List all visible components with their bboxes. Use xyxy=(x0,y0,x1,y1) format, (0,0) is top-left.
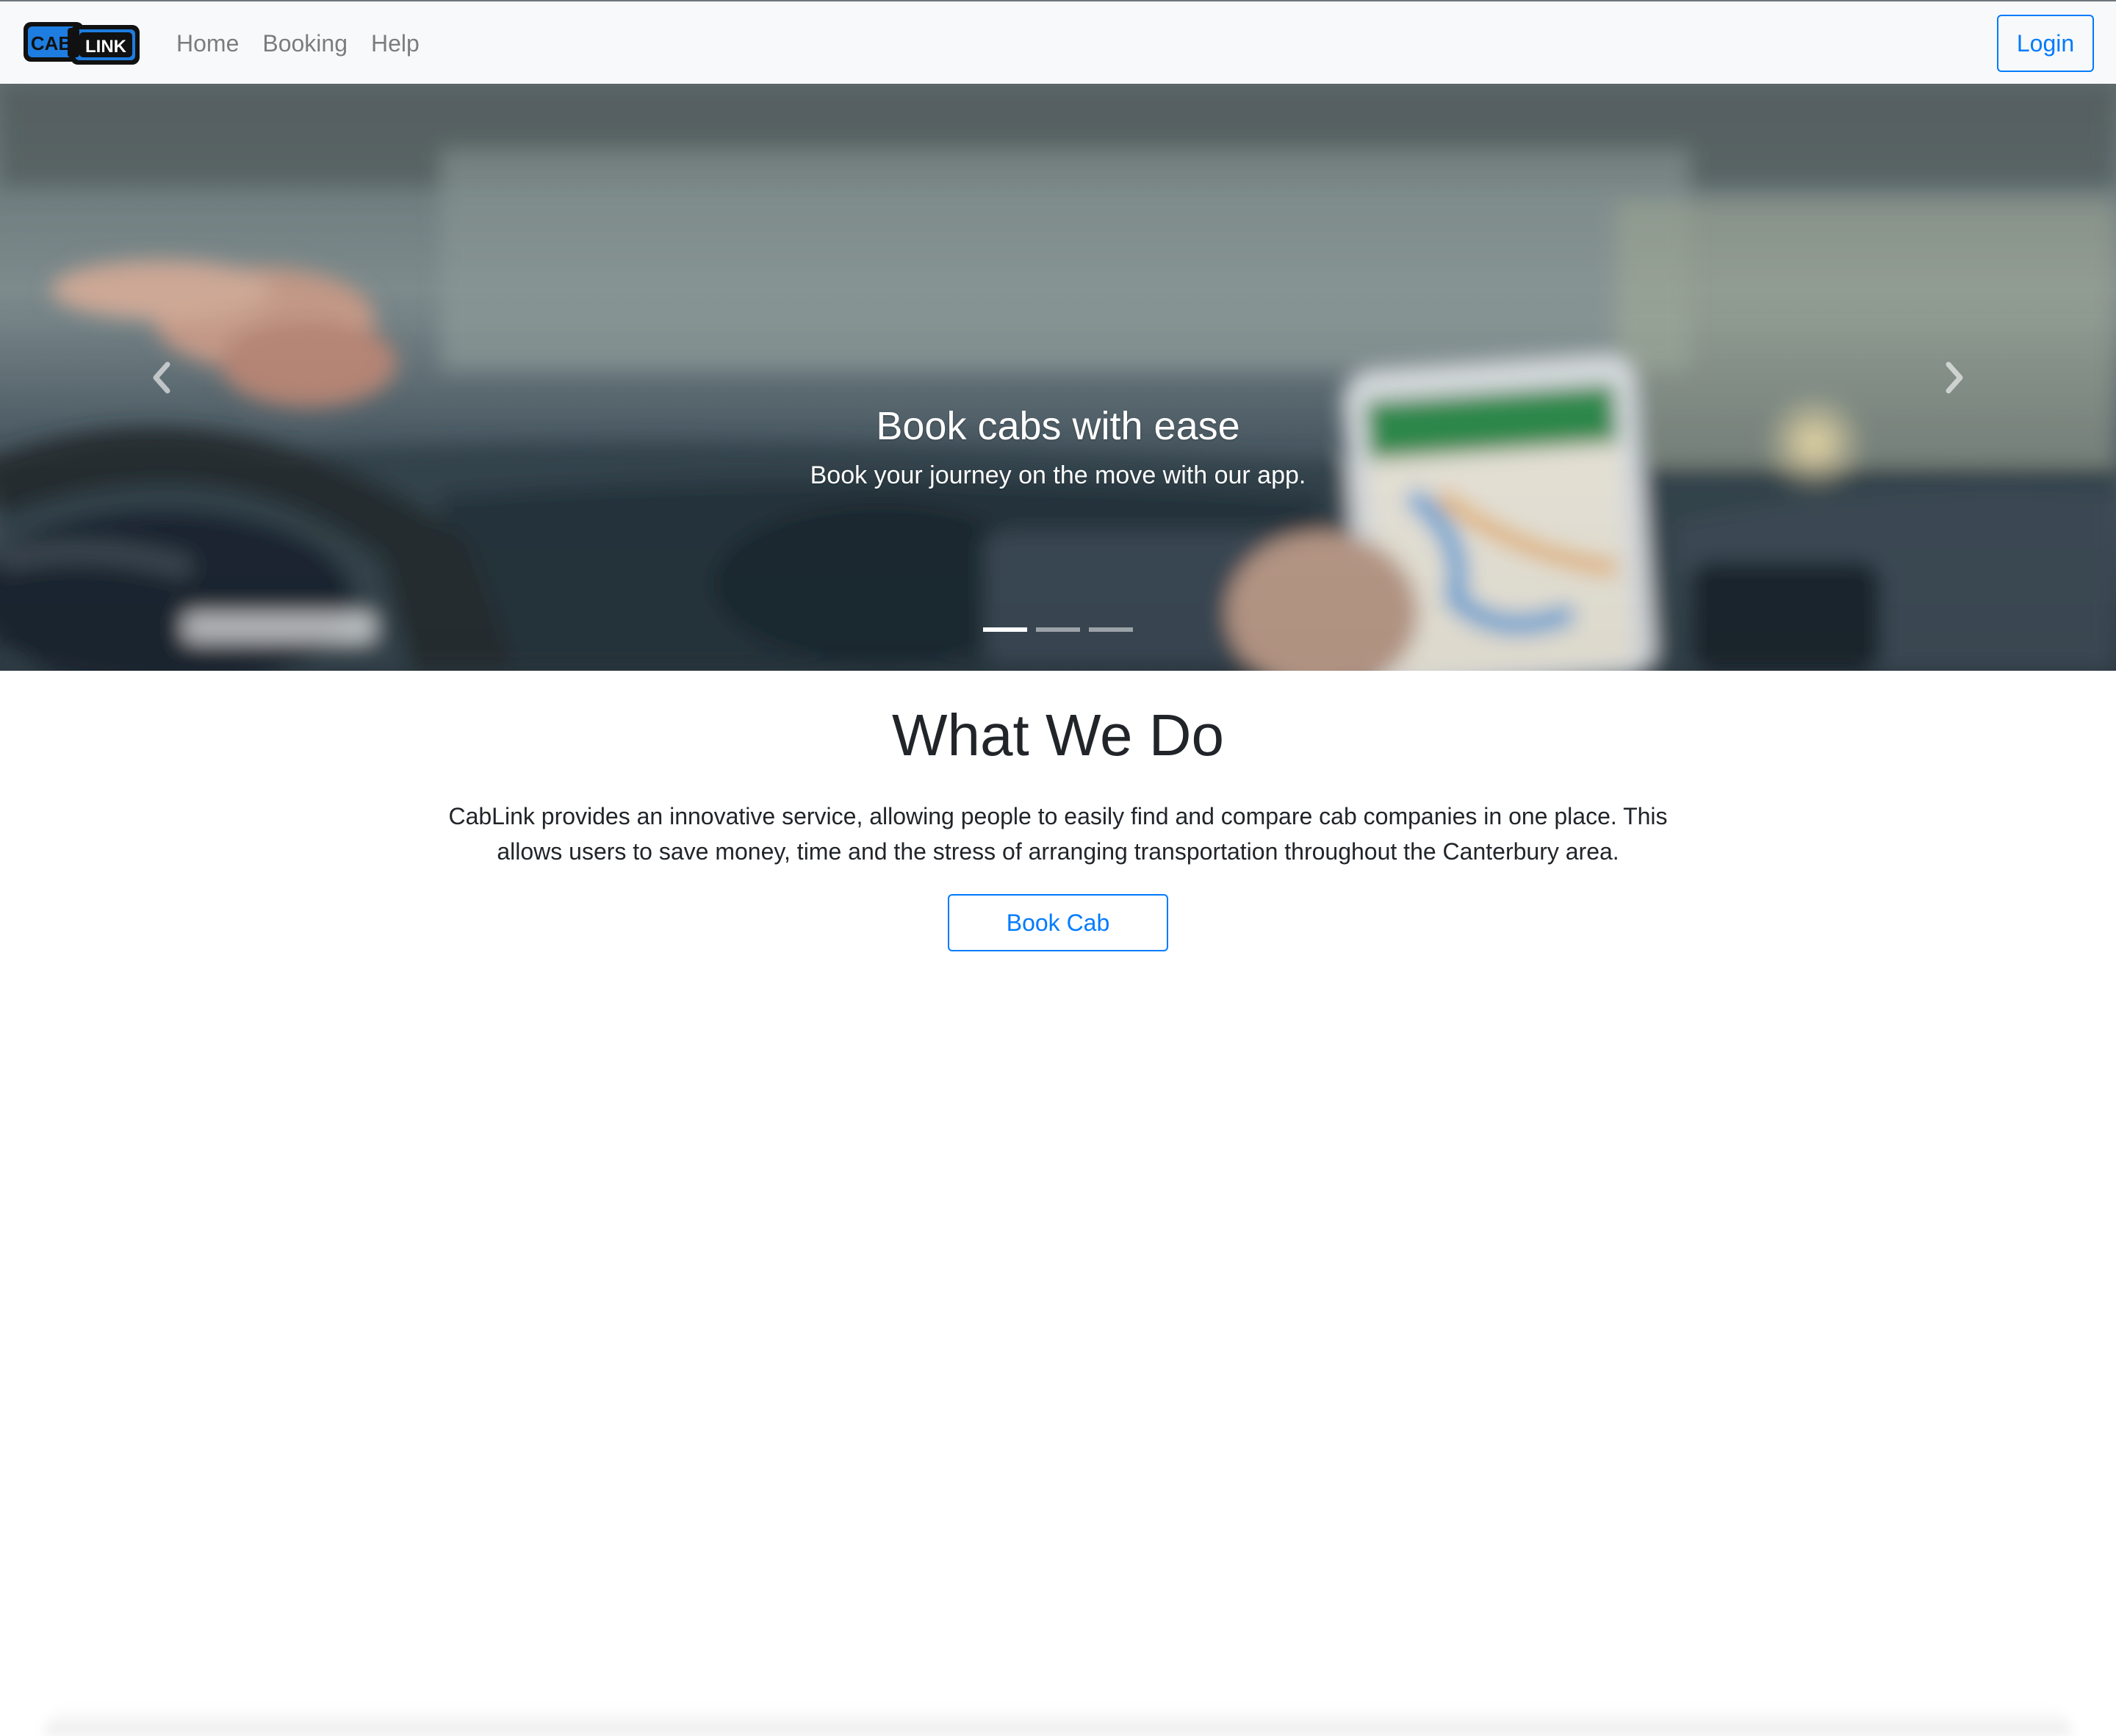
footer-shadow xyxy=(44,1707,2072,1736)
nav-help[interactable]: Help xyxy=(371,30,420,57)
login-button[interactable]: Login xyxy=(1997,15,2094,72)
carousel-next-button[interactable] xyxy=(1793,84,2116,671)
carousel-indicator[interactable] xyxy=(1036,627,1080,632)
section-description: CabLink provides an innovative service, … xyxy=(448,803,1668,865)
nav-links: Home Booking Help xyxy=(176,1,443,85)
chevron-left-icon xyxy=(153,361,170,393)
cablink-logo[interactable]: CAB LINK xyxy=(22,21,141,66)
svg-text:LINK: LINK xyxy=(85,37,127,57)
carousel-indicators xyxy=(0,627,2116,632)
nav-home[interactable]: Home xyxy=(176,30,239,57)
carousel-title: Book cabs with ease xyxy=(876,404,1240,448)
section-heading: What We Do xyxy=(892,702,1224,768)
svg-text:CAB: CAB xyxy=(31,32,72,54)
carousel-indicator[interactable] xyxy=(1089,627,1133,632)
hero-carousel: Book cabs with ease Book your journey on… xyxy=(0,84,2116,671)
carousel-subtitle: Book your journey on the move with our a… xyxy=(810,461,1306,489)
book-cab-button[interactable]: Book Cab xyxy=(948,894,1168,951)
what-we-do-section: What We Do CabLink provides an innovativ… xyxy=(0,671,2116,1736)
carousel-indicator[interactable] xyxy=(983,627,1027,632)
nav-booking[interactable]: Booking xyxy=(262,30,348,57)
carousel-caption: Book cabs with ease Book your journey on… xyxy=(0,400,2116,492)
carousel-prev-button[interactable] xyxy=(0,84,323,671)
chevron-right-icon xyxy=(1946,361,1963,393)
navbar: CAB LINK Home Booking Help Login xyxy=(0,0,2116,84)
